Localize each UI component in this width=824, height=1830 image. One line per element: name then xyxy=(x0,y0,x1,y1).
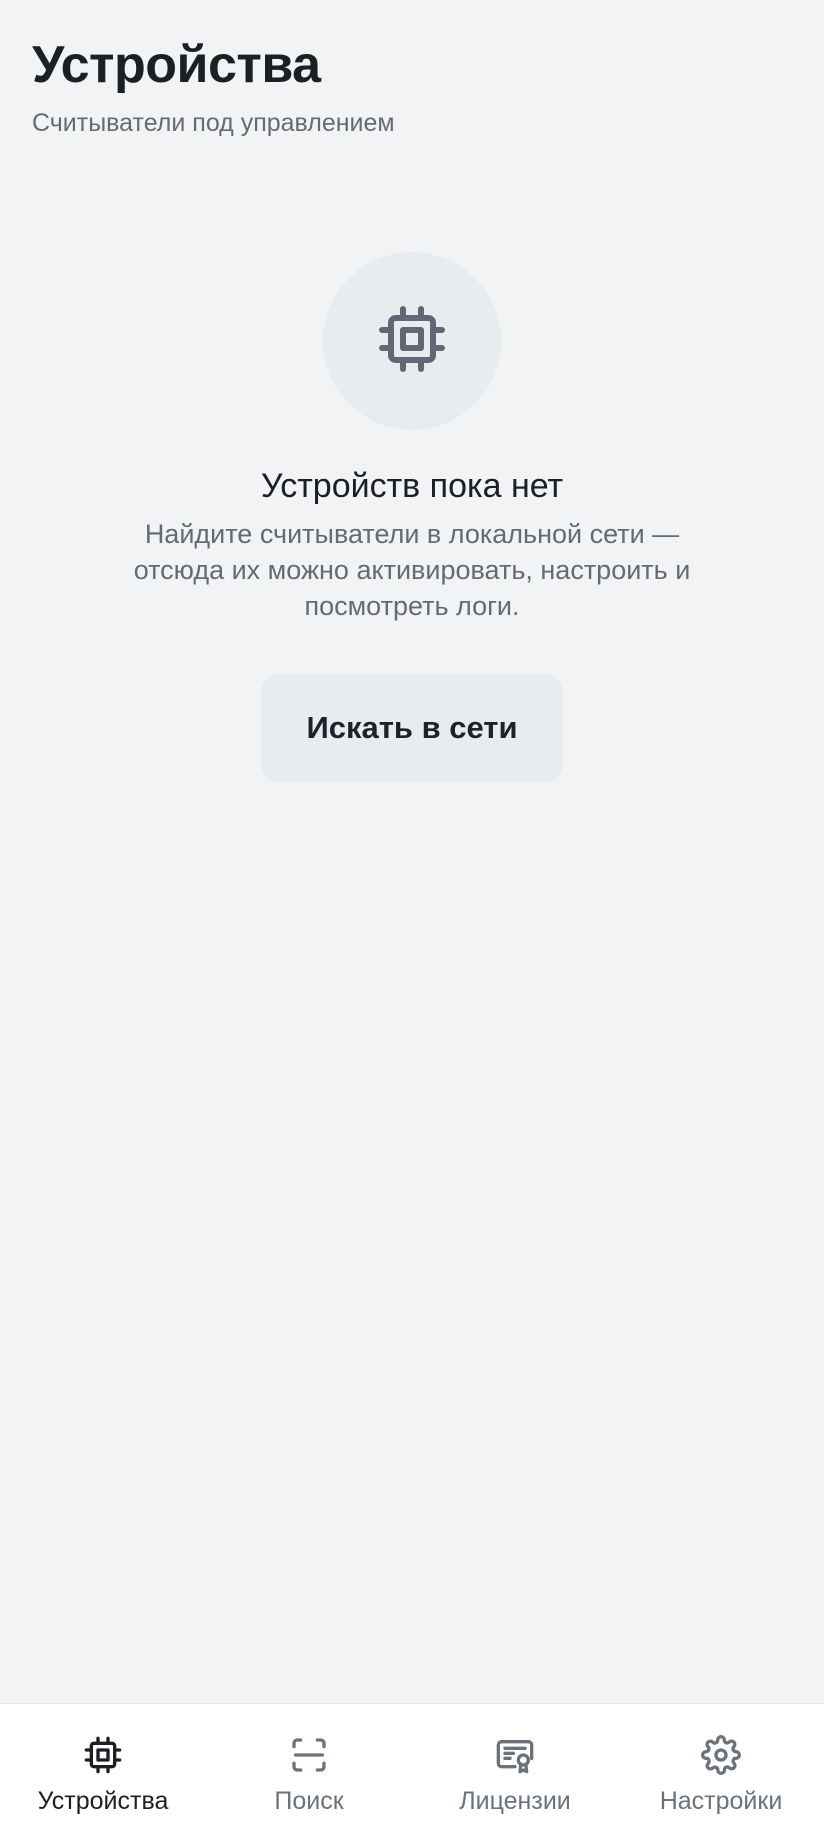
chip-icon xyxy=(376,303,448,380)
nav-label-settings: Настройки xyxy=(659,1787,783,1815)
page-title: Устройства xyxy=(32,36,321,94)
page-header: Устройства Считыватели под управлением xyxy=(32,30,395,140)
nav-label-licenses: Лицензии xyxy=(459,1787,571,1815)
bottom-nav: Устройства Поиск Лицензии Настройки xyxy=(0,1703,824,1830)
page-subtitle: Считыватели под управлением xyxy=(32,109,395,137)
nav-item-devices[interactable]: Устройства xyxy=(0,1704,206,1830)
scan-network-button[interactable]: Искать в сети xyxy=(261,674,563,782)
certificate-icon xyxy=(494,1734,536,1776)
gear-icon xyxy=(700,1734,742,1776)
empty-state: Устройств пока нет Найдите считыватели в… xyxy=(0,252,824,782)
nav-item-settings[interactable]: Настройки xyxy=(618,1704,824,1830)
empty-state-icon-circle xyxy=(323,252,501,430)
devices-screen: Устройства Считыватели под управлением У… xyxy=(0,0,824,1830)
empty-state-title: Устройств пока нет xyxy=(260,467,564,505)
empty-state-description: Найдите считыватели в локальной сети — о… xyxy=(133,519,691,621)
chip-icon xyxy=(82,1734,124,1776)
nav-label-search: Поиск xyxy=(274,1787,344,1815)
scan-icon xyxy=(288,1734,330,1776)
nav-item-licenses[interactable]: Лицензии xyxy=(412,1704,618,1830)
nav-item-search[interactable]: Поиск xyxy=(206,1704,412,1830)
nav-label-devices: Устройства xyxy=(37,1787,169,1815)
